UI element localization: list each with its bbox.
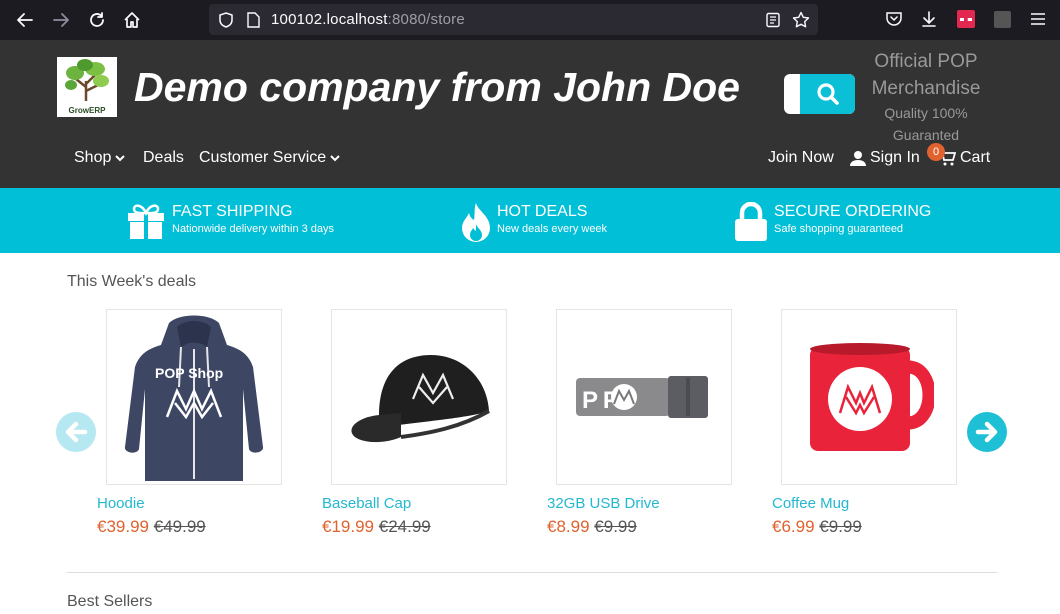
lock-icon (735, 202, 767, 241)
hoodie-print-text: POP Shop (155, 365, 223, 381)
price-original: €9.99 (594, 517, 637, 536)
shield-icon[interactable] (217, 11, 235, 29)
join-now-label: Join Now (768, 149, 834, 166)
product-price: €19.99 €24.99 (322, 517, 431, 537)
logo-caption: GrowERP (68, 106, 106, 115)
bookmark-star-icon[interactable] (792, 11, 810, 29)
slogan: Official POP Merchandise Quality 100% Gu… (866, 48, 986, 146)
product-name-link[interactable]: Baseball Cap (322, 495, 411, 512)
search-icon (816, 83, 839, 105)
product-card-hoodie[interactable]: POP Shop (106, 309, 282, 485)
back-icon[interactable] (13, 8, 37, 32)
join-now-link[interactable]: Join Now (768, 149, 834, 167)
gift-icon (128, 204, 164, 239)
arrow-left-icon (65, 421, 88, 443)
usb-drive-image: P P (576, 376, 708, 418)
sign-in-label: Sign In (870, 149, 920, 166)
extension-selenium-icon[interactable] (992, 9, 1012, 29)
chevron-down-icon (330, 155, 340, 162)
menu-deals[interactable]: Deals (143, 149, 184, 167)
search-button[interactable] (800, 74, 855, 114)
price-original: €24.99 (378, 517, 431, 536)
price-current: €6.99 (772, 517, 815, 536)
feature-title: SECURE ORDERING (774, 203, 932, 220)
menu-icon[interactable] (1028, 9, 1048, 29)
slogan-line-2: Merchandise (871, 78, 981, 99)
slogan-line-3: Quality 100% (884, 105, 968, 121)
menu-customer-service[interactable]: Customer Service (199, 149, 340, 167)
feature-subtitle: Safe shopping guaranteed (774, 223, 904, 235)
tree-logo-icon (65, 59, 109, 101)
product-card-usb-drive[interactable]: P P (556, 309, 732, 485)
product-name-link[interactable]: Coffee Mug (772, 495, 849, 512)
price-current: €8.99 (547, 517, 590, 536)
price-original: €49.99 (153, 517, 206, 536)
slogan-line-1: Official POP (874, 51, 978, 72)
section-divider (67, 572, 997, 573)
address-bar[interactable]: 100102.localhost:8080/store (209, 4, 818, 35)
product-name-link[interactable]: Hoodie (97, 495, 145, 512)
company-logo[interactable]: GrowERP (57, 57, 117, 117)
feature-hot-deals-text: HOT DEALS New deals every week (497, 202, 607, 236)
best-sellers-title: Best Sellers (67, 593, 153, 610)
reload-icon[interactable] (85, 8, 109, 32)
product-card-baseball-cap[interactable] (331, 309, 507, 485)
feature-secure-ordering-text: SECURE ORDERING Safe shopping guaranteed (774, 202, 931, 236)
feature-fast-shipping-text: FAST SHIPPING Nationwide delivery within… (172, 202, 334, 236)
price-current: €39.99 (97, 517, 149, 536)
slogan-line-4: Guaranted (892, 127, 960, 143)
hoodie-image: POP Shop (124, 315, 264, 481)
feature-title: HOT DEALS (497, 203, 588, 220)
feature-fast-shipping: FAST SHIPPING Nationwide delivery within… (126, 202, 334, 240)
price-original: €9.99 (819, 517, 862, 536)
download-icon[interactable] (919, 9, 939, 29)
feature-title: FAST SHIPPING (172, 203, 293, 220)
carousel-next-button[interactable] (967, 412, 1007, 452)
cap-image (351, 355, 490, 443)
company-title[interactable]: Demo company from John Doe (134, 64, 740, 111)
menu-deals-label: Deals (143, 149, 184, 166)
feature-subtitle: Nationwide delivery within 3 days (172, 223, 335, 235)
url-host: 100102.localhost (271, 11, 388, 28)
menu-shop-label: Shop (74, 149, 112, 166)
search-widget[interactable] (784, 74, 855, 114)
url-text[interactable]: 100102.localhost:8080/store (271, 11, 465, 28)
extension-red-icon[interactable] (956, 9, 976, 29)
carousel-prev-button[interactable] (56, 412, 96, 452)
product-price: €6.99 €9.99 (772, 517, 862, 537)
reader-view-icon[interactable] (764, 11, 782, 29)
feature-hot-deals: HOT DEALS New deals every week (461, 202, 607, 242)
page-icon[interactable] (244, 11, 262, 29)
forward-icon[interactable] (49, 8, 73, 32)
chevron-down-icon (115, 155, 126, 162)
mug-image (810, 343, 934, 451)
feature-subtitle: New deals every week (497, 223, 608, 235)
site-header: GrowERP Demo company from John Doe Offic… (0, 40, 1060, 188)
cart-link[interactable]: Cart (939, 149, 990, 167)
product-price: €39.99 €49.99 (97, 517, 206, 537)
feature-secure-ordering: SECURE ORDERING Safe shopping guaranteed (734, 202, 931, 242)
product-price: €8.99 €9.99 (547, 517, 637, 537)
user-icon (850, 151, 866, 166)
fire-icon (462, 203, 490, 242)
arrow-right-icon (975, 421, 998, 443)
menu-customer-service-label: Customer Service (199, 149, 327, 166)
pocket-icon[interactable] (884, 9, 904, 29)
product-card-coffee-mug[interactable] (781, 309, 957, 485)
home-icon[interactable] (120, 8, 144, 32)
menu-shop[interactable]: Shop (74, 149, 126, 167)
url-path: :8080/store (387, 11, 465, 28)
cart-count-badge: 0 (927, 143, 945, 161)
browser-toolbar: 100102.localhost:8080/store (0, 0, 1060, 40)
sign-in-link[interactable]: Sign In (850, 149, 920, 167)
product-name-link[interactable]: 32GB USB Drive (547, 495, 660, 512)
price-current: €19.99 (322, 517, 374, 536)
deals-section-title: This Week's deals (67, 273, 197, 290)
cart-label: Cart (960, 149, 991, 166)
feature-band: FAST SHIPPING Nationwide delivery within… (0, 188, 1060, 253)
